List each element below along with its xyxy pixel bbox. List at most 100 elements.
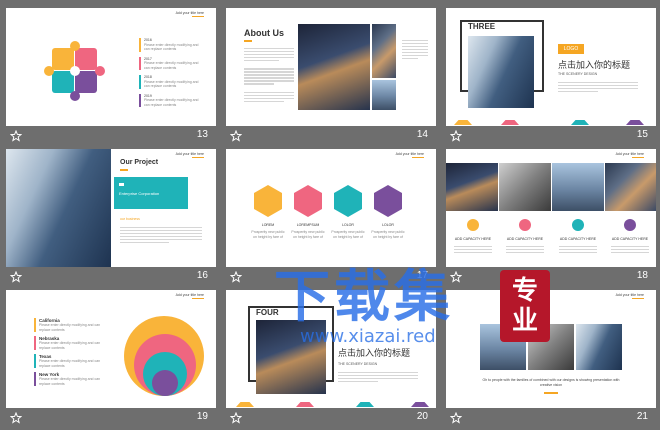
star-icon[interactable] bbox=[10, 130, 22, 142]
title-accent-line bbox=[120, 169, 128, 171]
teal-banner: Enterprise Corporation bbox=[114, 177, 188, 209]
watermark-seal-text: 专业 bbox=[511, 276, 538, 336]
slide-number: 18 bbox=[636, 270, 648, 281]
city-photo bbox=[499, 163, 551, 211]
slide-17: Add your title here LOREM LOREMPSUM LOLO… bbox=[226, 149, 436, 267]
column-label: ADD CAPACITY HERE bbox=[559, 237, 597, 241]
hex-icon-layers bbox=[334, 185, 362, 217]
slide-header: Add your title here bbox=[615, 293, 644, 297]
body-text-block bbox=[120, 225, 202, 245]
list-body: Please enter directly modifying and can … bbox=[144, 42, 199, 52]
column-body bbox=[611, 244, 649, 255]
gear-tooth-icon bbox=[95, 66, 105, 76]
slide-caption: Oh to people with the families of combin… bbox=[482, 378, 620, 387]
hex-label: LOREMPSUM bbox=[296, 223, 320, 227]
slide-13-thumbnail[interactable]: Add your title here 2016 Please enter di… bbox=[6, 8, 216, 148]
hex-body: Prosperity new public on height by fare … bbox=[331, 230, 365, 239]
slide-footer: 21 bbox=[446, 409, 656, 430]
circle-icon bbox=[624, 219, 636, 231]
slide-title: THREE bbox=[466, 22, 498, 31]
building-photo bbox=[576, 324, 622, 370]
hex-icon-video bbox=[254, 185, 282, 217]
star-icon[interactable] bbox=[230, 412, 242, 424]
timeline-list: 2016 Please enter directly modifying and… bbox=[139, 38, 204, 107]
gear-tooth-icon bbox=[70, 91, 80, 101]
decor-shape bbox=[236, 402, 254, 407]
header-accent-line bbox=[192, 16, 204, 17]
circle-icon bbox=[572, 219, 584, 231]
title-accent-line bbox=[244, 40, 252, 42]
star-icon[interactable] bbox=[10, 412, 22, 424]
slide-header: Add your title here bbox=[395, 152, 424, 156]
header-accent-line bbox=[632, 298, 644, 299]
slide-footer: 16 bbox=[6, 268, 216, 289]
slide-title: Our Project bbox=[120, 159, 159, 166]
hex-icon-rocket bbox=[374, 185, 402, 217]
slide-21: Add your title here Oh to people with th… bbox=[446, 290, 656, 408]
slide-16-thumbnail[interactable]: Add your title here Our Project Enterpri… bbox=[6, 149, 216, 289]
hex-body: Prosperity new public on height by fare … bbox=[371, 230, 405, 239]
column-body bbox=[454, 244, 492, 255]
slide-16: Add your title here Our Project Enterpri… bbox=[6, 149, 216, 267]
slide-21-thumbnail[interactable]: Add your title here Oh to people with th… bbox=[446, 290, 656, 430]
city-photo bbox=[446, 163, 498, 211]
slide-number: 20 bbox=[416, 411, 428, 422]
header-accent-line bbox=[192, 157, 204, 158]
slide-15-thumbnail[interactable]: THREE LOGO 点击加入你的标题 THE SCENERY DESIGN 1… bbox=[446, 8, 656, 148]
slide-title: About Us bbox=[244, 28, 284, 38]
slide-18-thumbnail[interactable]: Add your title here ADD CAPACITY HERE AD… bbox=[446, 149, 656, 289]
decor-shape bbox=[626, 120, 644, 125]
hex-body: Prosperity new public on height by fare … bbox=[251, 230, 285, 239]
state-body: Please enter directly modifying and can … bbox=[39, 341, 101, 350]
header-accent-line bbox=[632, 157, 644, 158]
slide-headline: 点击加入你的标题 bbox=[338, 349, 411, 359]
star-icon[interactable] bbox=[230, 130, 242, 142]
slide-headline: 点击加入你的标题 bbox=[558, 61, 631, 71]
slide-footer: 19 bbox=[6, 409, 216, 430]
slide-footer: 14 bbox=[226, 127, 436, 148]
caption-accent-line bbox=[544, 392, 558, 394]
hex-label: LOLOR bbox=[382, 223, 394, 227]
decor-shape bbox=[296, 402, 314, 407]
slide-number: 16 bbox=[196, 270, 208, 281]
slide-19-thumbnail[interactable]: Add your title here California Please en… bbox=[6, 290, 216, 430]
hex-label: LOLOR bbox=[342, 223, 354, 227]
city-photo bbox=[372, 80, 396, 110]
slide-13: Add your title here 2016 Please enter di… bbox=[6, 8, 216, 126]
watermark-seal: 专业 bbox=[500, 270, 550, 342]
column-label: ADD CAPACITY HERE bbox=[506, 237, 544, 241]
state-list: California Please enter directly modifyi… bbox=[34, 318, 112, 386]
section-label: our business bbox=[120, 217, 140, 221]
slide-number: 14 bbox=[416, 129, 428, 140]
column-label: ADD CAPACITY HERE bbox=[611, 237, 649, 241]
slide-14-thumbnail[interactable]: About Us 14 bbox=[226, 8, 436, 148]
building-photo bbox=[468, 36, 534, 108]
side-text-block bbox=[402, 38, 428, 61]
city-photo bbox=[372, 24, 396, 78]
hex-label: LOREM bbox=[261, 223, 275, 227]
gear-center-icon bbox=[70, 66, 80, 76]
body-text-block bbox=[558, 80, 638, 94]
slide-18: Add your title here ADD CAPACITY HERE AD… bbox=[446, 149, 656, 267]
star-icon[interactable] bbox=[230, 271, 242, 283]
body-text-block bbox=[338, 370, 418, 384]
hex-body: Prosperity new public on height by fare … bbox=[291, 230, 325, 239]
header-accent-line bbox=[412, 157, 424, 158]
banner-dot bbox=[119, 183, 124, 186]
header-accent-line bbox=[192, 298, 204, 299]
slide-14: About Us bbox=[226, 8, 436, 126]
star-icon[interactable] bbox=[450, 412, 462, 424]
banner-tag: Enterprise Corporation bbox=[119, 191, 160, 196]
slide-footer: 15 bbox=[446, 127, 656, 148]
list-body: Please enter directly modifying and can … bbox=[144, 79, 199, 89]
star-icon[interactable] bbox=[450, 130, 462, 142]
star-icon[interactable] bbox=[10, 271, 22, 283]
slide-number: 19 bbox=[196, 411, 208, 422]
slide-footer: 13 bbox=[6, 127, 216, 148]
decor-shape bbox=[571, 120, 589, 125]
slide-number: 13 bbox=[196, 129, 208, 140]
body-text-block bbox=[244, 46, 294, 104]
slide-header: Add your title here bbox=[175, 152, 204, 156]
slide-subtitle: THE SCENERY DESIGN bbox=[338, 362, 378, 366]
city-photo bbox=[298, 24, 370, 110]
